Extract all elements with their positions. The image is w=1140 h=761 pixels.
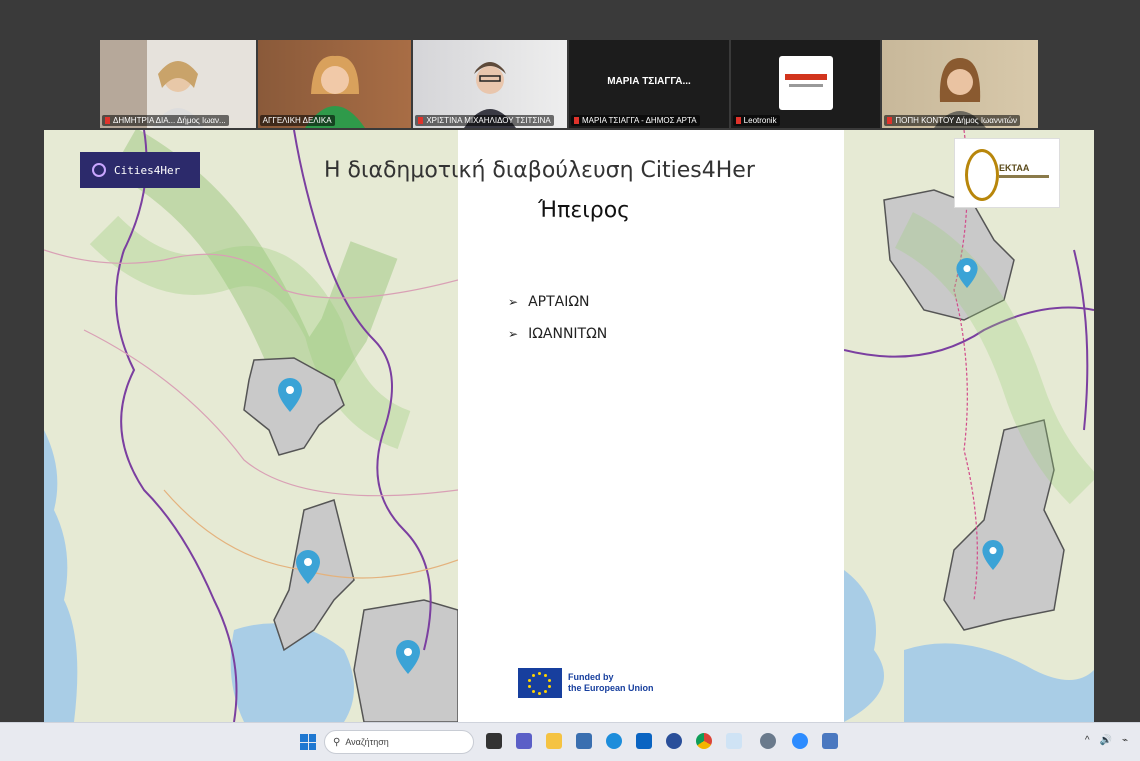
participant-name: ΔΗΜΗΤΡΙΑ ΔΙΑ... Δήμος Ιωαν... [113,116,226,125]
eu-funded-line2: the European Union [568,683,654,693]
mic-muted-icon [887,117,893,125]
chevron-up-icon[interactable]: ^ [1085,735,1090,746]
slide-subtitle: Ήπειρος [538,198,631,223]
ektaa-logo-text: ΕΚΤΑΑ [999,163,1030,173]
participant-name: ΑΓΓΕΛΙΚΗ ΔΕΛΙΚΑ [262,116,332,125]
system-tray: ^ 🔊 ⌁ [1085,735,1128,746]
store-icon[interactable] [576,733,592,749]
edge-icon[interactable] [606,733,622,749]
map-pin-icon[interactable] [296,550,320,584]
arrow-bullet-icon: ➢ [508,295,519,309]
eu-funded-line1: Funded by [568,672,614,682]
participant-name: ΠΟΠΗ ΚΟΝΤΟΥ Δήμος Ιωαννιτών [895,116,1017,125]
search-icon: ⚲ [333,736,341,748]
participant-name: Leotronik [743,116,777,125]
shared-presentation-slide: Cities4Her Η διαδημοτική διαβούλευση Cit… [44,130,1094,722]
app-icon[interactable] [666,733,682,749]
search-placeholder: Αναζήτηση [345,737,389,747]
network-icon[interactable]: ⌁ [1122,735,1128,746]
taskbar-search[interactable]: ⚲ Αναζήτηση [324,730,474,754]
cities4her-logo-text: Cities4Her [114,163,181,177]
map-pin-icon[interactable] [396,640,420,674]
mic-muted-icon [105,117,110,125]
participant-tile-1[interactable]: ΔΗΜΗΤΡΙΑ ΔΙΑ... Δήμος Ιωαν... [100,40,256,128]
arrow-bullet-icon: ➢ [508,327,519,341]
settings-gear-icon[interactable] [760,733,776,749]
map-right [844,130,1094,722]
globe-logo-icon [965,149,999,201]
file-explorer-icon[interactable] [546,733,562,749]
map-pin-icon[interactable] [982,540,1004,570]
app-icon[interactable] [822,733,838,749]
teams-icon[interactable] [516,733,532,749]
participant-name: ΧΡΙΣΤΙΝΑ ΜΙΧΑΗΛΙΔΟΥ ΤΣΙΤΣΙΝΑ [426,116,551,125]
list-item: ➢ ΙΩΑΝΝΙΤΩΝ [508,318,607,350]
mic-muted-icon [574,117,580,125]
participant-name: ΜΑΡΙΑ ΤΣΙΑΓΓΑ - ΔΗΜΟΣ ΑΡΤΑ [582,116,697,125]
bullet-text: ΑΡΤΑΙΩΝ [528,294,590,310]
outlook-icon[interactable] [636,733,652,749]
circle-logo-icon [92,163,106,177]
bullet-text: ΙΩΑΝΝΙΤΩΝ [528,326,608,342]
participant-tile-3[interactable]: ΧΡΙΣΤΙΝΑ ΜΙΧΑΗΛΙΔΟΥ ΤΣΙΤΣΙΝΑ [413,40,568,128]
chrome-icon[interactable] [696,733,712,749]
participant-strip: ΔΗΜΗΤΡΙΑ ΔΙΑ... Δήμος Ιωαν... ΑΓΓΕΛΙΚΗ Δ… [100,40,1039,128]
eu-funding-logo: Funded by the European Union [518,668,654,698]
participant-tile-5[interactable]: Leotronik [730,40,881,128]
task-view-icon[interactable] [486,733,502,749]
participant-tile-6[interactable]: ΠΟΠΗ ΚΟΝΤΟΥ Δήμος Ιωαννιτών [882,40,1039,128]
mic-muted-icon [418,117,424,125]
app-icon[interactable] [726,733,742,749]
cities4her-logo: Cities4Her [80,152,200,188]
windows-taskbar: ⚲ Αναζήτηση ^ 🔊 ⌁ [0,722,1140,761]
participant-tile-2[interactable]: ΑΓΓΕΛΙΚΗ ΔΕΛΙΚΑ [257,40,412,128]
participant-tile-4[interactable]: ΜΑΡΙΑ ΤΣΙΑΓΓΑ... ΜΑΡΙΑ ΤΣΙΑΓΓΑ - ΔΗΜΟΣ Α… [569,40,729,128]
mic-muted-icon [735,117,741,125]
map-left [44,130,458,722]
map-pin-icon[interactable] [278,378,302,412]
map-pin-icon[interactable] [956,258,978,288]
windows-start-icon[interactable] [300,734,316,750]
speaker-icon[interactable]: 🔊 [1100,735,1112,746]
participant-logo [778,56,833,110]
bullet-list: ➢ ΑΡΤΑΙΩΝ ➢ ΙΩΑΝΝΙΤΩΝ [508,286,607,350]
list-item: ➢ ΑΡΤΑΙΩΝ [508,286,607,318]
zoom-icon[interactable] [792,733,808,749]
participant-title: ΜΑΡΙΑ ΤΣΙΑΓΓΑ... [607,76,691,87]
meeting-top-bar [0,0,1140,36]
eu-flag-icon [518,668,562,698]
slide-title: Η διαδημοτική διαβούλευση Cities4Her [324,158,755,183]
ektaa-logo: ΕΚΤΑΑ [954,138,1060,208]
